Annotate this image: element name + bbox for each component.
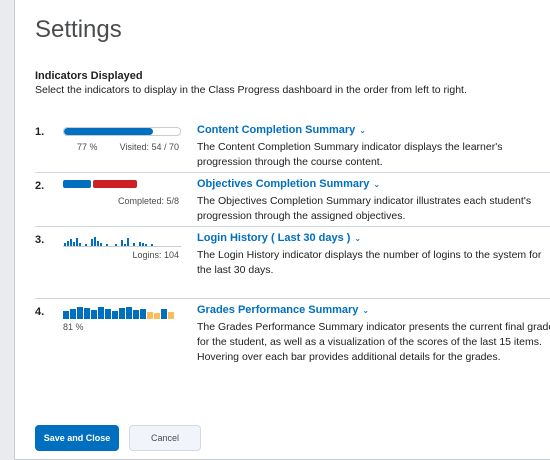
indicator-number: 3. bbox=[35, 234, 45, 246]
indicator-row-objectives[interactable]: 2. Completed: 5/8 Objectives Completion … bbox=[35, 172, 550, 227]
chevron-down-icon[interactable]: ⌄ bbox=[373, 180, 380, 189]
indicator-title: Login History ( Last 30 days ) bbox=[197, 232, 351, 244]
indicator-description: The Grades Performance Summary indicator… bbox=[197, 321, 550, 363]
indicator-title-dropdown[interactable]: Grades Performance Summary ⌄ bbox=[197, 304, 550, 316]
indicator-info: Content Completion Summary ⌄ The Content… bbox=[197, 124, 550, 170]
indicator-title: Grades Performance Summary bbox=[197, 304, 359, 316]
indicator-title-dropdown[interactable]: Login History ( Last 30 days ) ⌄ bbox=[197, 232, 550, 244]
chevron-down-icon[interactable]: ⌄ bbox=[359, 126, 366, 135]
section-description: Select the indicators to display in the … bbox=[35, 84, 467, 96]
indicator-description: The Content Completion Summary indicator… bbox=[197, 141, 503, 168]
indicator-title: Content Completion Summary bbox=[197, 124, 356, 136]
indicator-title-dropdown[interactable]: Objectives Completion Summary ⌄ bbox=[197, 178, 550, 190]
indicator-row-grades[interactable]: 4. 81 % Grades Performance Summary ⌄ The… bbox=[35, 298, 550, 380]
cancel-button[interactable]: Cancel bbox=[129, 425, 201, 451]
objectives-visual: Completed: 5/8 bbox=[63, 178, 181, 216]
chevron-down-icon[interactable]: ⌄ bbox=[362, 306, 369, 315]
objectives-incomplete-segment bbox=[93, 180, 137, 188]
objectives-completed-label: Completed: 5/8 bbox=[117, 196, 179, 206]
grade-percent-label: 81 % bbox=[63, 322, 84, 332]
indicator-description: The Login History indicator displays the… bbox=[197, 249, 542, 276]
login-history-visual: Logins: 104 bbox=[63, 232, 181, 270]
content-completion-visual: 77 % Visited: 54 / 70 bbox=[63, 124, 181, 162]
save-and-close-button[interactable]: Save and Close bbox=[35, 425, 119, 451]
indicator-number: 1. bbox=[35, 126, 45, 138]
grades-visual: 81 % bbox=[63, 304, 181, 342]
indicator-info: Objectives Completion Summary ⌄ The Obje… bbox=[197, 178, 550, 224]
indicator-number: 4. bbox=[35, 306, 45, 318]
indicator-row-login-history[interactable]: 3. Logins: 104 Login History (Last 30 d… bbox=[35, 226, 550, 299]
content-percent-label: 77 % bbox=[77, 142, 98, 152]
objectives-bar bbox=[63, 180, 179, 188]
content-progress-fill bbox=[64, 128, 154, 135]
indicator-title: Objectives Completion Summary bbox=[197, 178, 370, 190]
indicator-info: Login History ( Last 30 days ) ⌄ The Log… bbox=[197, 232, 550, 278]
login-history-sparkline bbox=[63, 237, 181, 247]
settings-dialog: Settings Indicators Displayed Select the… bbox=[14, 0, 550, 460]
content-progress-bar bbox=[63, 127, 181, 136]
objectives-completed-segment bbox=[63, 180, 91, 188]
indicator-number: 2. bbox=[35, 180, 45, 192]
grades-bar-chart bbox=[63, 307, 174, 319]
indicator-description: The Objectives Completion Summary indica… bbox=[197, 195, 532, 222]
logins-count-label: Logins: 104 bbox=[132, 250, 179, 260]
page-title: Settings bbox=[35, 16, 122, 43]
content-visited-label: Visited: 54 / 70 bbox=[119, 142, 179, 152]
indicator-title-dropdown[interactable]: Content Completion Summary ⌄ bbox=[197, 124, 550, 136]
chevron-down-icon[interactable]: ⌄ bbox=[354, 234, 361, 243]
indicator-info: Grades Performance Summary ⌄ The Grades … bbox=[197, 304, 550, 365]
indicator-row-content-completion[interactable]: 1. 77 % Visited: 54 / 70 Content Complet… bbox=[35, 118, 550, 173]
section-heading: Indicators Displayed bbox=[35, 70, 143, 82]
